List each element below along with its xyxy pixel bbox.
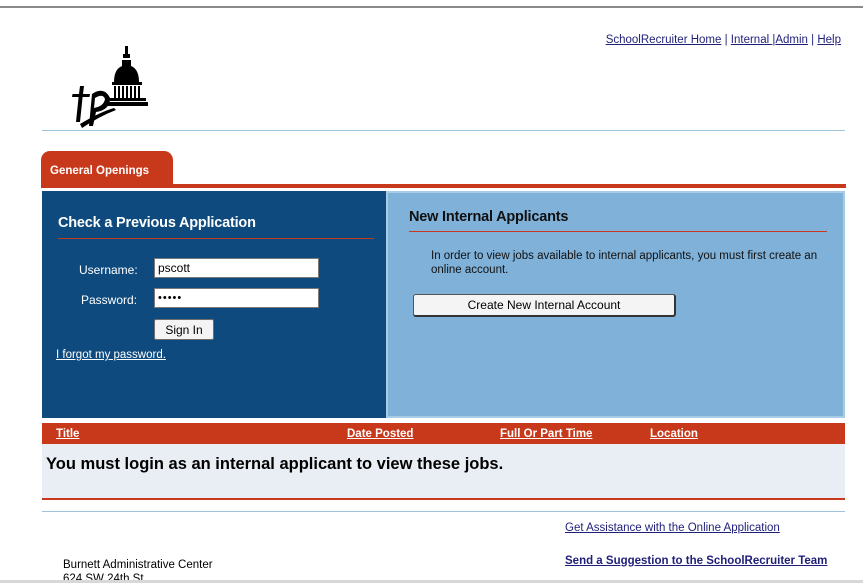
address-line-1: Burnett Administrative Center: [63, 559, 213, 571]
top-divider: [0, 6, 863, 8]
footer-divider: [42, 511, 845, 512]
district-logo: [70, 46, 160, 130]
column-title[interactable]: Title: [56, 428, 79, 440]
nav-link-home[interactable]: SchoolRecruiter Home: [606, 34, 722, 46]
address-line-2: 624 SW 24th St: [63, 573, 144, 585]
create-internal-account-button[interactable]: Create New Internal Account: [413, 294, 676, 317]
username-input[interactable]: [154, 258, 319, 278]
capitol-dome-logo-icon: [72, 46, 148, 128]
jobs-table-bottom-rule: [42, 498, 845, 500]
tab-general-openings[interactable]: General Openings: [41, 151, 173, 184]
username-label: Username:: [79, 263, 138, 277]
new-internal-panel: New Internal Applicants In order to view…: [386, 191, 845, 418]
new-internal-title: New Internal Applicants: [409, 209, 569, 225]
top-nav: SchoolRecruiter Home | Internal |Admin |…: [606, 34, 841, 46]
column-location[interactable]: Location: [650, 428, 698, 440]
forgot-password-link[interactable]: I forgot my password.: [56, 349, 166, 361]
login-panel: Check a Previous Application Username: P…: [42, 191, 386, 418]
jobs-table-body: You must login as an internal applicant …: [42, 444, 845, 498]
nav-separator: |: [721, 34, 731, 46]
nav-link-help[interactable]: Help: [817, 34, 841, 46]
jobs-login-message: You must login as an internal applicant …: [46, 455, 504, 473]
new-internal-description: In order to view jobs available to inter…: [431, 250, 818, 276]
assistance-link[interactable]: Get Assistance with the Online Applicati…: [565, 522, 780, 534]
column-full-or-part-time[interactable]: Full Or Part Time: [500, 428, 592, 440]
tab-bar: [41, 184, 846, 188]
column-date-posted[interactable]: Date Posted: [347, 428, 413, 440]
header-divider: [42, 130, 845, 131]
nav-link-internal[interactable]: Internal: [731, 34, 773, 46]
jobs-table-header: Title Date Posted Full Or Part Time Loca…: [42, 423, 845, 444]
new-internal-title-rule: [409, 231, 827, 232]
password-input[interactable]: •••••: [154, 288, 319, 308]
password-label: Password:: [81, 293, 138, 307]
nav-separator: |: [807, 34, 818, 46]
login-title-rule: [58, 238, 374, 239]
suggestion-link[interactable]: Send a Suggestion to the SchoolRecruiter…: [565, 555, 845, 568]
nav-link-admin[interactable]: Admin: [775, 34, 808, 46]
sign-in-button[interactable]: Sign In: [154, 319, 214, 340]
login-title: Check a Previous Application: [58, 215, 256, 231]
